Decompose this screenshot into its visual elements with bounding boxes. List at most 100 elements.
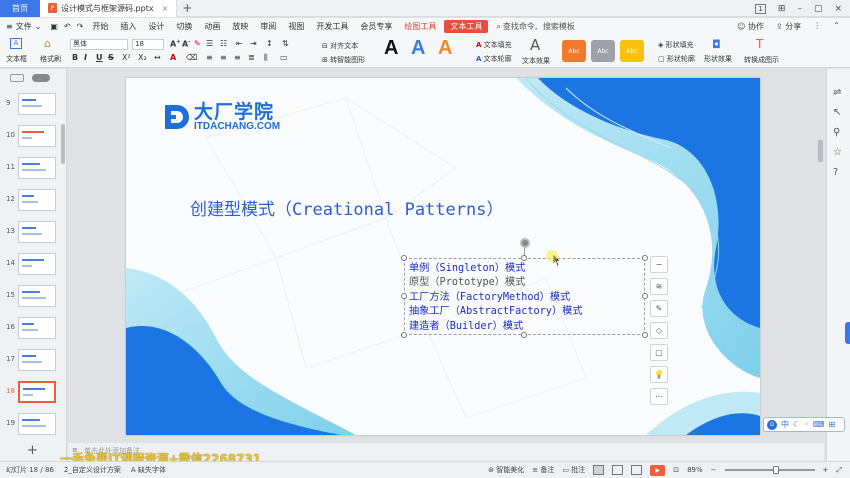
fit-window-icon[interactable]: ⤢: [836, 466, 842, 475]
smart-beautify-button[interactable]: ⊛ 智能美化: [488, 465, 524, 475]
resize-handle-tr[interactable]: [642, 255, 648, 261]
convert-graphic-icon[interactable]: T: [756, 37, 763, 51]
align-text-button[interactable]: ⊟ 对齐文本: [322, 41, 358, 51]
zoom-slider-knob[interactable]: [772, 466, 779, 474]
slide-thumbnail[interactable]: 13: [0, 221, 62, 245]
minimize-button[interactable]: –: [797, 4, 802, 14]
layout-icon[interactable]: ⊞: [778, 4, 786, 14]
text-effect-button[interactable]: 文本效果: [522, 56, 550, 66]
panel-scrollbar[interactable]: [61, 124, 65, 164]
animation-icon[interactable]: ☆: [833, 147, 842, 158]
moon-icon[interactable]: ☾: [793, 420, 800, 429]
clear-format-icon[interactable]: ✎: [194, 39, 201, 48]
normal-view-button[interactable]: [593, 465, 605, 475]
slide-title[interactable]: 创建型模式（Creational Patterns）: [190, 195, 503, 220]
text-fill-button[interactable]: A 文本填充: [476, 40, 512, 50]
eraser-icon[interactable]: ⌫: [186, 53, 197, 62]
superscript-icon[interactable]: X²: [122, 53, 131, 62]
line-spacing-icon[interactable]: ↕: [266, 39, 273, 48]
more-icon[interactable]: ⋮: [813, 21, 821, 32]
underline-button[interactable]: U: [96, 53, 103, 62]
menu-review[interactable]: 审阅: [254, 18, 282, 35]
menu-view[interactable]: 视图: [282, 18, 310, 35]
text-box-button[interactable]: 文本框: [6, 54, 27, 64]
rotate-handle[interactable]: [520, 238, 530, 248]
menu-start[interactable]: 开始: [86, 18, 114, 35]
share-button[interactable]: ⇪ 分享: [776, 21, 801, 32]
indent-increase-icon[interactable]: ⇥: [250, 39, 257, 48]
strike-button[interactable]: S: [108, 53, 114, 62]
bullets-icon[interactable]: ☰: [206, 39, 213, 48]
decrease-font-icon[interactable]: A-: [182, 39, 190, 49]
char-spacing-icon[interactable]: ↔: [154, 53, 161, 62]
shape-fill-button[interactable]: ◈ 形状填充: [658, 40, 694, 50]
save-icon[interactable]: ▣: [47, 22, 61, 31]
selected-text-box[interactable]: 单例（Singleton）模式 原型（Prototype）模式 工厂方法（Fac…: [404, 258, 645, 335]
font-name-select[interactable]: 黑体: [70, 39, 128, 50]
indent-decrease-icon[interactable]: ⇤: [236, 39, 243, 48]
menu-slideshow[interactable]: 放映: [226, 18, 254, 35]
missing-font-button[interactable]: A 缺失字体: [131, 465, 166, 475]
menu-developer[interactable]: 开发工具: [310, 18, 354, 35]
art-text-orange[interactable]: A: [438, 37, 452, 60]
resize-handle-mr[interactable]: [642, 293, 648, 299]
more-options-icon[interactable]: ⋯: [650, 388, 668, 405]
document-tab[interactable]: P 设计模式与框架源码.pptx ×: [40, 0, 178, 17]
slide-thumbnail[interactable]: 15: [0, 285, 62, 309]
window-count-badge[interactable]: 1: [755, 3, 766, 14]
text-effect-icon[interactable]: A: [530, 36, 540, 54]
align-center-icon[interactable]: ≡: [220, 53, 227, 62]
collapse-ribbon-icon[interactable]: ⌃: [833, 21, 840, 32]
file-menu[interactable]: ≡ 文件 ⌄: [0, 21, 47, 32]
reading-view-button[interactable]: [631, 465, 643, 475]
close-tab-icon[interactable]: ×: [162, 4, 169, 13]
resize-handle-bc[interactable]: [521, 332, 527, 338]
comments-button[interactable]: ▭ 批注: [562, 465, 585, 475]
lightbulb-icon[interactable]: 💡: [650, 366, 668, 383]
shape-outline-button[interactable]: ▢ 形状轮廓: [658, 54, 695, 64]
layers-icon[interactable]: ≋: [650, 278, 668, 295]
eraser-tool-icon[interactable]: ◇: [650, 322, 668, 339]
collapse-tools-icon[interactable]: −: [650, 256, 668, 273]
zoom-level[interactable]: 89%: [687, 466, 703, 474]
shape-effect-button[interactable]: 形状效果: [704, 54, 732, 64]
play-slideshow-button[interactable]: ▶: [650, 464, 666, 476]
pattern-item-singleton[interactable]: 单例（Singleton）模式: [405, 262, 644, 276]
shape-style-orange[interactable]: Abc: [562, 40, 586, 62]
align-left-icon[interactable]: ≡: [206, 53, 213, 62]
subscript-icon[interactable]: X₂: [138, 53, 147, 62]
menu-insert[interactable]: 插入: [114, 18, 142, 35]
bold-button[interactable]: B: [72, 53, 78, 62]
slide-thumbnail[interactable]: 17: [0, 349, 62, 373]
notes-toggle-button[interactable]: ≡ 备注: [532, 465, 554, 475]
canvas-scrollbar[interactable]: [818, 140, 823, 162]
outline-tab[interactable]: [10, 74, 24, 82]
menu-drawing-tools[interactable]: 绘图工具: [398, 18, 442, 35]
pattern-item-prototype[interactable]: 原型（Prototype）模式: [405, 276, 644, 290]
art-text-black[interactable]: A: [384, 37, 398, 60]
redo-icon[interactable]: ↷: [74, 22, 87, 31]
input-method-bar[interactable]: ⊙ 中 ☾ ◦ ⌨ ⊞: [763, 417, 845, 432]
italic-button[interactable]: I: [84, 53, 87, 62]
format-painter-icon[interactable]: ⌂: [44, 37, 51, 50]
slide-thumbnail[interactable]: 9: [0, 93, 62, 117]
smart-shape-button[interactable]: ⊞ 转智能图形: [322, 55, 365, 65]
command-search[interactable]: ⌕ 查找命令、搜索模板: [490, 21, 580, 32]
add-tab-button[interactable]: +: [177, 1, 197, 15]
properties-icon[interactable]: ⇌: [833, 87, 841, 98]
resize-handle-ml[interactable]: [401, 293, 407, 299]
help-icon[interactable]: ?: [833, 167, 838, 178]
slides-tab[interactable]: [32, 74, 50, 82]
pen-icon[interactable]: ✎: [650, 300, 668, 317]
add-slide-button[interactable]: +: [27, 443, 38, 458]
font-size-select[interactable]: 18: [132, 39, 164, 50]
pin-icon[interactable]: ⚲: [833, 127, 840, 138]
ime-mode[interactable]: 中: [781, 419, 789, 430]
art-text-blue[interactable]: A: [411, 37, 425, 60]
menu-animation[interactable]: 动画: [198, 18, 226, 35]
pattern-item-factory-method[interactable]: 工厂方法（FactoryMethod）模式: [405, 291, 644, 305]
menu-transition[interactable]: 切换: [170, 18, 198, 35]
text-outline-button[interactable]: A 文本轮廓: [476, 54, 512, 64]
shape-effect-icon[interactable]: ◘: [712, 38, 721, 51]
sidebar-expand-tab[interactable]: [845, 322, 850, 344]
